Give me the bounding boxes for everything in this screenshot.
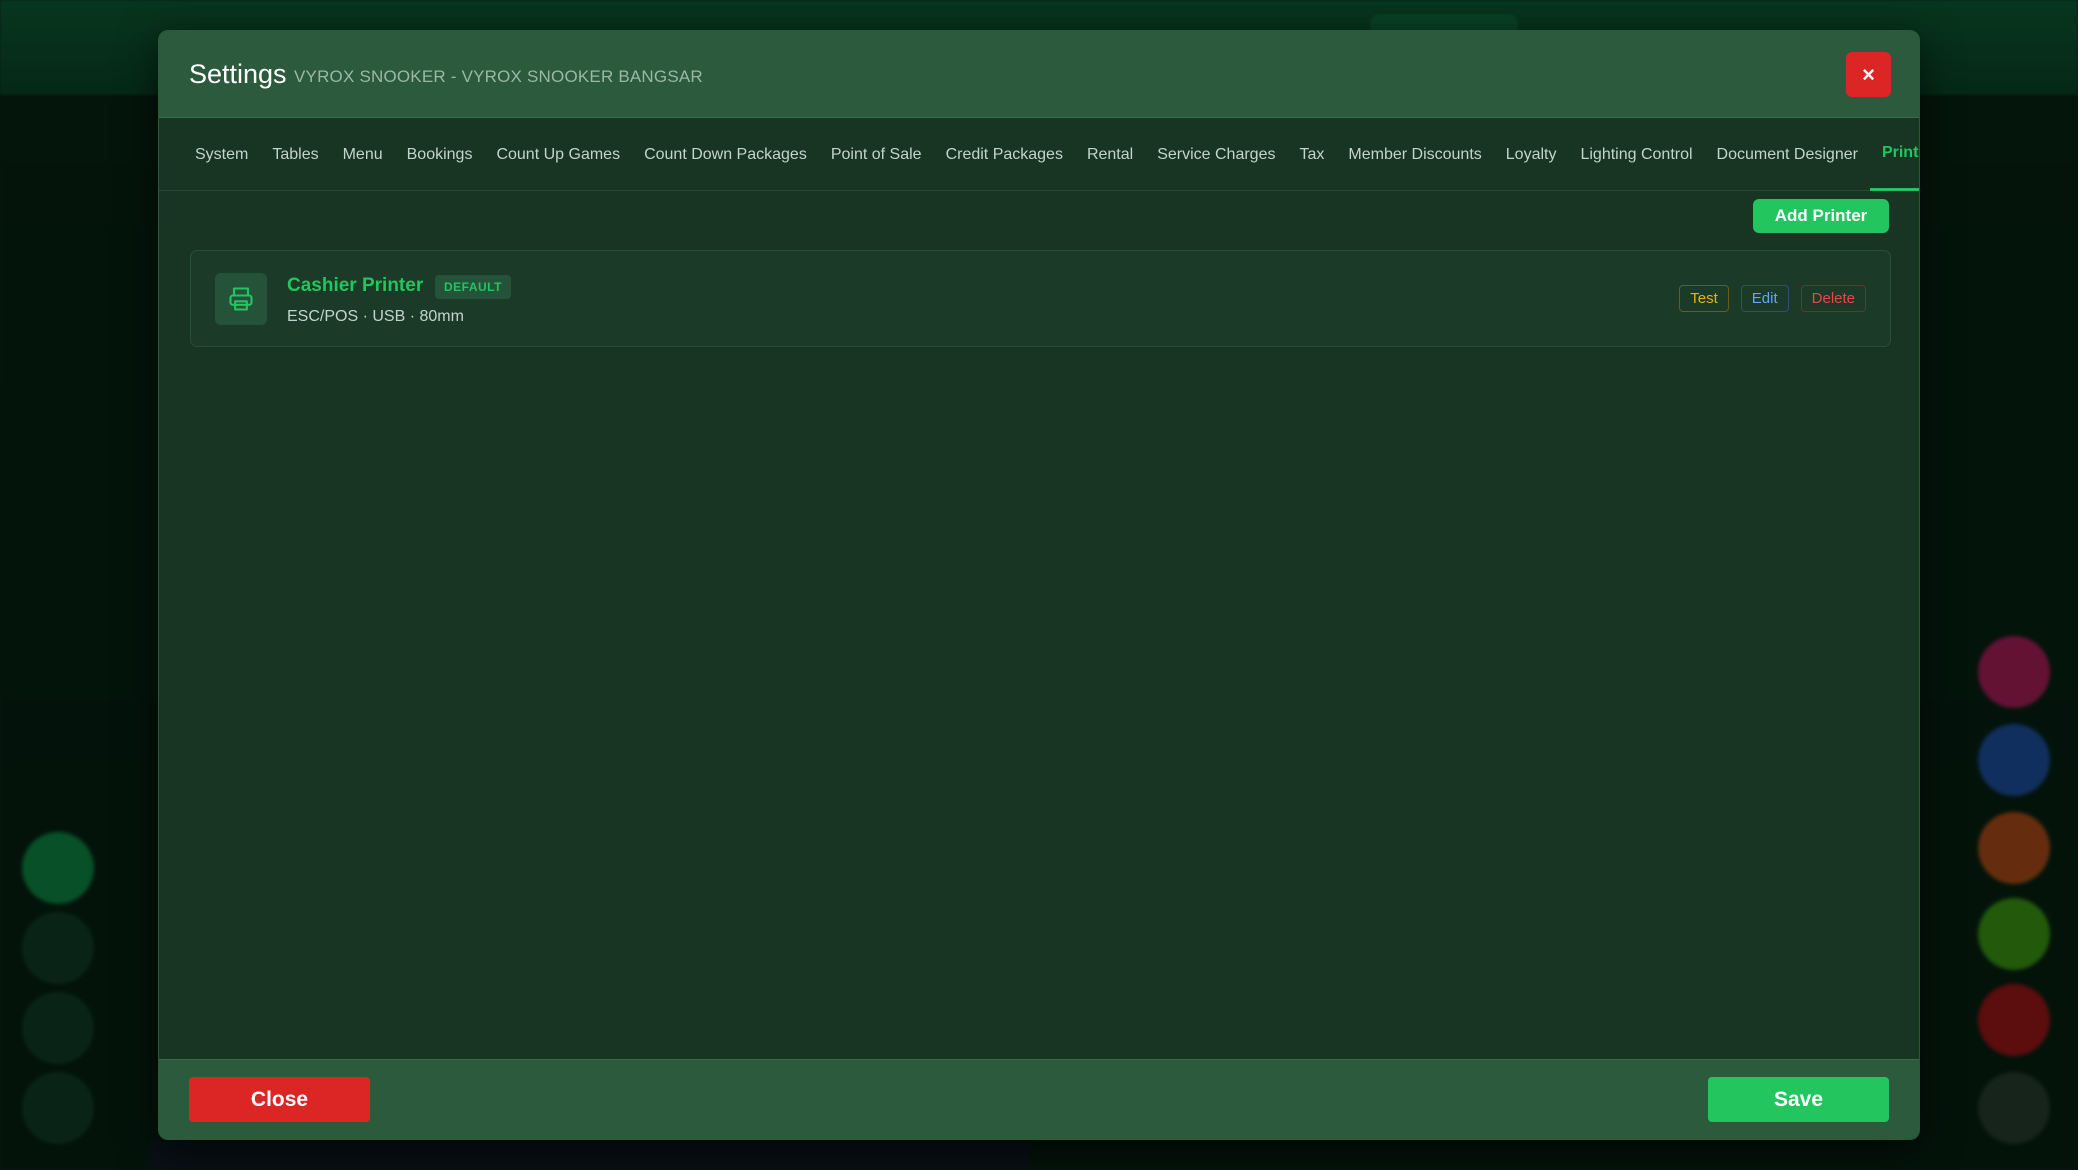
tab-count-down-packages[interactable]: Count Down Packages [632,119,819,191]
tab-bookings[interactable]: Bookings [395,119,485,191]
save-button[interactable]: Save [1708,1077,1889,1122]
tab-lighting-control[interactable]: Lighting Control [1568,119,1704,191]
printer-icon [215,273,267,325]
tab-loyalty[interactable]: Loyalty [1494,119,1569,191]
settings-tabs: System Tables Menu Bookings Count Up Gam… [159,119,1919,191]
test-printer-button[interactable]: Test [1679,285,1729,312]
tab-member-discounts[interactable]: Member Discounts [1336,119,1493,191]
modal-title: Settings [189,59,287,89]
close-icon: × [1862,61,1875,87]
edit-printer-button[interactable]: Edit [1740,285,1789,312]
close-button[interactable]: Close [189,1077,370,1122]
tab-tax[interactable]: Tax [1287,119,1336,191]
tab-credit-packages[interactable]: Credit Packages [934,119,1075,191]
printer-meta: ESC/POS · USB · 80mm [287,308,464,325]
tab-point-of-sale[interactable]: Point of Sale [819,119,934,191]
modal-footer: Close Save [159,1059,1919,1139]
delete-printer-button[interactable]: Delete [1800,285,1866,312]
modal-close-button[interactable]: × [1846,52,1891,97]
tab-document-designer[interactable]: Document Designer [1705,119,1870,191]
tab-tables[interactable]: Tables [260,119,330,191]
printer-actions: Test Edit Delete [1679,285,1866,312]
tab-service-charges[interactable]: Service Charges [1145,119,1287,191]
modal-header: Settings VYROX SNOOKER - VYROX SNOOKER B… [159,31,1919,118]
tab-printers[interactable]: Printers [1869,119,1919,191]
tab-system[interactable]: System [183,119,260,191]
settings-modal: Settings VYROX SNOOKER - VYROX SNOOKER B… [158,30,1920,1140]
tab-rental[interactable]: Rental [1075,119,1145,191]
modal-subtitle: VYROX SNOOKER - VYROX SNOOKER BANGSAR [294,67,703,86]
printer-card: Cashier Printer DEFAULT ESC/POS · USB · … [190,250,1891,347]
printer-name: Cashier Printer [287,275,424,296]
add-printer-button[interactable]: Add Printer [1753,199,1889,233]
tab-menu[interactable]: Menu [331,119,395,191]
default-badge: DEFAULT [435,275,511,299]
tab-count-up-games[interactable]: Count Up Games [484,119,632,191]
